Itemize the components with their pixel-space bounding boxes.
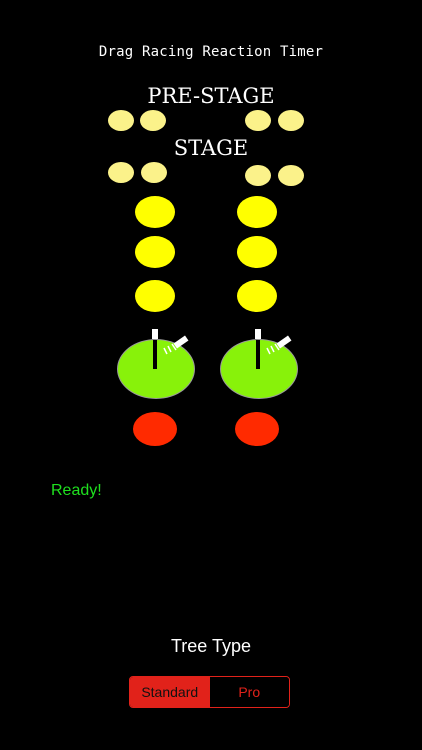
stopwatch-icon xyxy=(152,329,189,369)
stage-label: STAGE xyxy=(173,136,249,160)
prestage-light-left-1 xyxy=(108,110,134,131)
red-light-left xyxy=(133,412,177,446)
amber-light-right-1 xyxy=(237,196,277,228)
stage-light-left-2 xyxy=(141,162,167,183)
prestage-light-right-2 xyxy=(278,110,304,131)
amber-light-right-3 xyxy=(237,280,277,312)
amber-light-right-2 xyxy=(237,236,277,268)
prestage-label: PRE-STAGE xyxy=(147,84,275,108)
red-light-right xyxy=(235,412,279,446)
prestage-light-right-1 xyxy=(245,110,271,131)
amber-light-left-1 xyxy=(135,196,175,228)
tree-type-label: Tree Type xyxy=(170,636,252,656)
amber-light-left-3 xyxy=(135,280,175,312)
app-title: Drag Racing Reaction Timer xyxy=(98,44,324,60)
prestage-light-left-2 xyxy=(140,110,166,131)
segment-standard[interactable]: Standard xyxy=(130,677,210,707)
stopwatch-icon xyxy=(255,329,292,369)
stage-light-right-2 xyxy=(278,165,304,186)
tree-type-segmented-control[interactable]: Standard Pro xyxy=(129,676,290,708)
status-text: Ready! xyxy=(51,482,102,499)
segment-pro[interactable]: Pro xyxy=(209,677,289,707)
amber-light-left-2 xyxy=(135,236,175,268)
stage-light-left-1 xyxy=(108,162,134,183)
stage-light-right-1 xyxy=(245,165,271,186)
